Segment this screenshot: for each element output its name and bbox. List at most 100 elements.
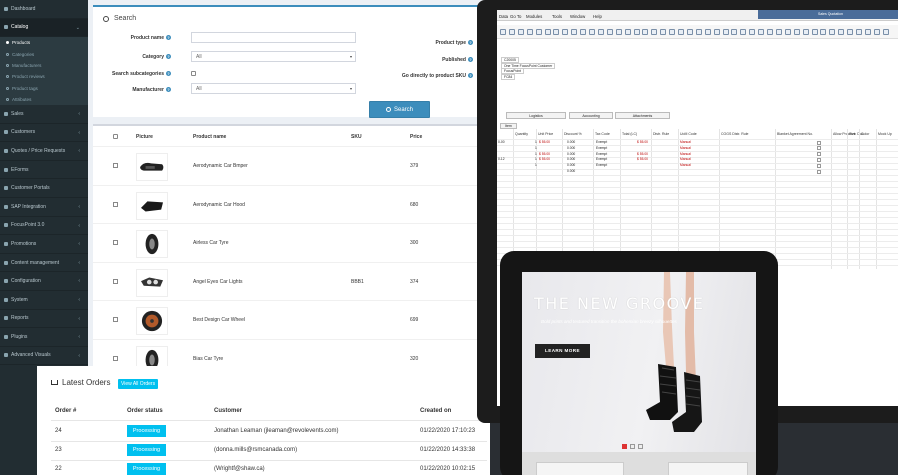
erp-menu-window[interactable]: Window [570, 14, 585, 19]
erp-toolbar-icon[interactable] [606, 29, 613, 35]
erp-menu-data[interactable]: Data [499, 14, 508, 19]
erp-row-checkbox[interactable] [817, 163, 821, 168]
erp-toolbar-icon[interactable] [500, 29, 506, 35]
erp-toolbar-icon[interactable] [731, 29, 738, 35]
erp-toolbar-icon[interactable] [829, 29, 836, 35]
erp-cell-disc[interactable]: 0.000 [567, 163, 575, 167]
product-name-input[interactable] [191, 32, 356, 43]
erp-row-checkbox[interactable] [817, 169, 821, 174]
erp-column-header[interactable]: Size [849, 132, 856, 136]
sidebar-subitem-categories[interactable]: Categories [0, 48, 88, 60]
erp-cell-price[interactable]: $ 55.00 [539, 140, 550, 144]
sidebar-item-customer-portals[interactable]: Customer Portals [0, 179, 88, 198]
learn-more-button[interactable]: LEARN MORE [535, 344, 590, 358]
col-price[interactable]: Price [410, 134, 422, 140]
erp-cell-disc[interactable]: 0.000 [567, 157, 575, 161]
sidebar-subitem-product-tags[interactable]: Product tags [0, 82, 88, 94]
erp-toolbar-icon[interactable] [802, 29, 809, 35]
row-checkbox[interactable] [113, 240, 118, 245]
sidebar-item-dashboard[interactable]: Dashboard [0, 0, 88, 19]
erp-toolbar-icon[interactable] [651, 29, 658, 35]
category-select[interactable]: All ▾ [191, 51, 356, 62]
erp-header-field[interactable]: FC84 [501, 73, 516, 80]
erp-row-checkbox[interactable] [817, 152, 821, 157]
erp-toolbar-icon[interactable] [713, 29, 720, 35]
sidebar-item-sap-integration[interactable]: SAP Integration ‹ [0, 198, 88, 217]
sidebar-item-catalog[interactable]: Catalog ⌄ [0, 18, 88, 38]
erp-toolbar-icon[interactable] [820, 29, 827, 35]
erp-column-header[interactable]: Mock Up [878, 132, 892, 136]
erp-toolbar-icon[interactable] [775, 29, 782, 35]
search-panel-title[interactable]: Search [103, 15, 136, 22]
sidebar-subitem-products[interactable]: Products [0, 37, 88, 49]
col-sku[interactable]: SKU [351, 134, 362, 140]
sidebar-item-content-management[interactable]: Content management ‹ [0, 254, 88, 273]
sidebar-item-configuration[interactable]: Configuration ‹ [0, 272, 88, 291]
search-button[interactable]: Search [369, 101, 430, 118]
carousel-dot[interactable] [622, 444, 627, 449]
erp-cell-price[interactable]: $ 55.00 [539, 157, 550, 161]
erp-column-header[interactable]: Total (LC) [622, 132, 637, 136]
thumbnail[interactable] [668, 462, 748, 475]
erp-toolbar-icon[interactable] [624, 29, 631, 35]
row-checkbox[interactable] [113, 201, 118, 207]
erp-cell-tax[interactable]: Exempt [596, 146, 607, 150]
sidebar-item-quotes-price-requests[interactable]: Quotes / Price Requests ‹ [0, 142, 88, 161]
erp-toolbar-icon[interactable] [571, 29, 578, 35]
col-picture[interactable]: Picture [136, 134, 153, 140]
erp-menu-modules[interactable]: Modules [526, 14, 542, 19]
erp-cell-total[interactable]: $ 55.00 [637, 157, 648, 161]
erp-column-header[interactable]: Color [861, 132, 869, 136]
erp-toolbar-icon[interactable] [864, 29, 871, 35]
thumbnail[interactable] [536, 462, 624, 475]
erp-toolbar-icon[interactable] [695, 29, 702, 35]
erp-menu-tools[interactable]: Tools [552, 14, 562, 19]
erp-menu-help[interactable]: Help [593, 14, 602, 19]
search-subcategories-checkbox[interactable] [191, 71, 196, 76]
row-checkbox[interactable] [113, 278, 118, 284]
erp-toolbar-icon[interactable] [704, 29, 711, 35]
erp-cell-tax[interactable]: Exempt [596, 152, 607, 156]
erp-column-header[interactable]: Discount % [564, 132, 582, 136]
erp-toolbar-icon[interactable] [642, 29, 649, 35]
sidebar-subitem-attributes[interactable]: Attributes [0, 93, 88, 105]
erp-toolbar-icon[interactable] [562, 29, 569, 35]
select-all-checkbox[interactable] [113, 134, 118, 139]
erp-toolbar-icon[interactable] [580, 29, 587, 35]
erp-toolbar-icon[interactable] [544, 29, 551, 35]
erp-row-checkbox[interactable] [817, 140, 821, 145]
erp-toolbar-icon[interactable] [838, 29, 845, 35]
erp-cell-qty[interactable]: 1 [535, 152, 537, 156]
erp-column-header[interactable]: Blanket Agreement No. [777, 132, 813, 136]
erp-cell-uom[interactable]: Manual [680, 152, 691, 156]
carousel-dot[interactable] [638, 444, 643, 449]
erp-tab-logistics[interactable]: Logistics [506, 112, 566, 119]
sidebar-item-reports[interactable]: Reports ‹ [0, 310, 88, 329]
erp-cell-uom[interactable]: Manual [680, 146, 691, 150]
order-row[interactable]: 23 Processing (donna.mills@rsmcanada.com) 0… [37, 441, 490, 460]
col-product-name[interactable]: Product name [193, 134, 226, 140]
erp-toolbar-icon[interactable] [793, 29, 800, 35]
erp-cell-tax[interactable]: Exempt [596, 140, 607, 144]
erp-cell-qty[interactable]: 1 [535, 146, 537, 150]
row-checkbox[interactable] [113, 163, 118, 168]
erp-toolbar-icon[interactable] [856, 29, 862, 35]
erp-cell-qty[interactable]: 1 [535, 157, 537, 161]
erp-cell-tax[interactable]: Exempt [596, 163, 607, 167]
erp-toolbar-icon[interactable] [686, 29, 693, 35]
erp-column-header[interactable]: Tax Code [595, 132, 610, 136]
erp-toolbar-icon[interactable] [749, 29, 756, 35]
erp-row-checkbox[interactable] [817, 146, 821, 151]
erp-cell-disc[interactable]: 0.000 [567, 146, 575, 150]
erp-toolbar-icon[interactable] [784, 29, 791, 35]
erp-cell-tax[interactable]: Exempt [596, 157, 607, 161]
erp-row-checkbox[interactable] [817, 157, 821, 162]
view-all-orders-button[interactable]: View All Orders [118, 379, 159, 389]
erp-toolbar-icon[interactable] [873, 29, 880, 35]
manufacturer-select[interactable]: All ▾ [191, 83, 356, 94]
erp-cell-total[interactable]: $ 55.00 [637, 140, 648, 144]
sidebar-subitem-manufacturers[interactable]: Manufacturers [0, 59, 88, 72]
erp-toolbar-icon[interactable] [882, 29, 889, 35]
erp-toolbar-icon[interactable] [740, 29, 747, 35]
erp-toolbar-icon[interactable] [811, 29, 818, 35]
